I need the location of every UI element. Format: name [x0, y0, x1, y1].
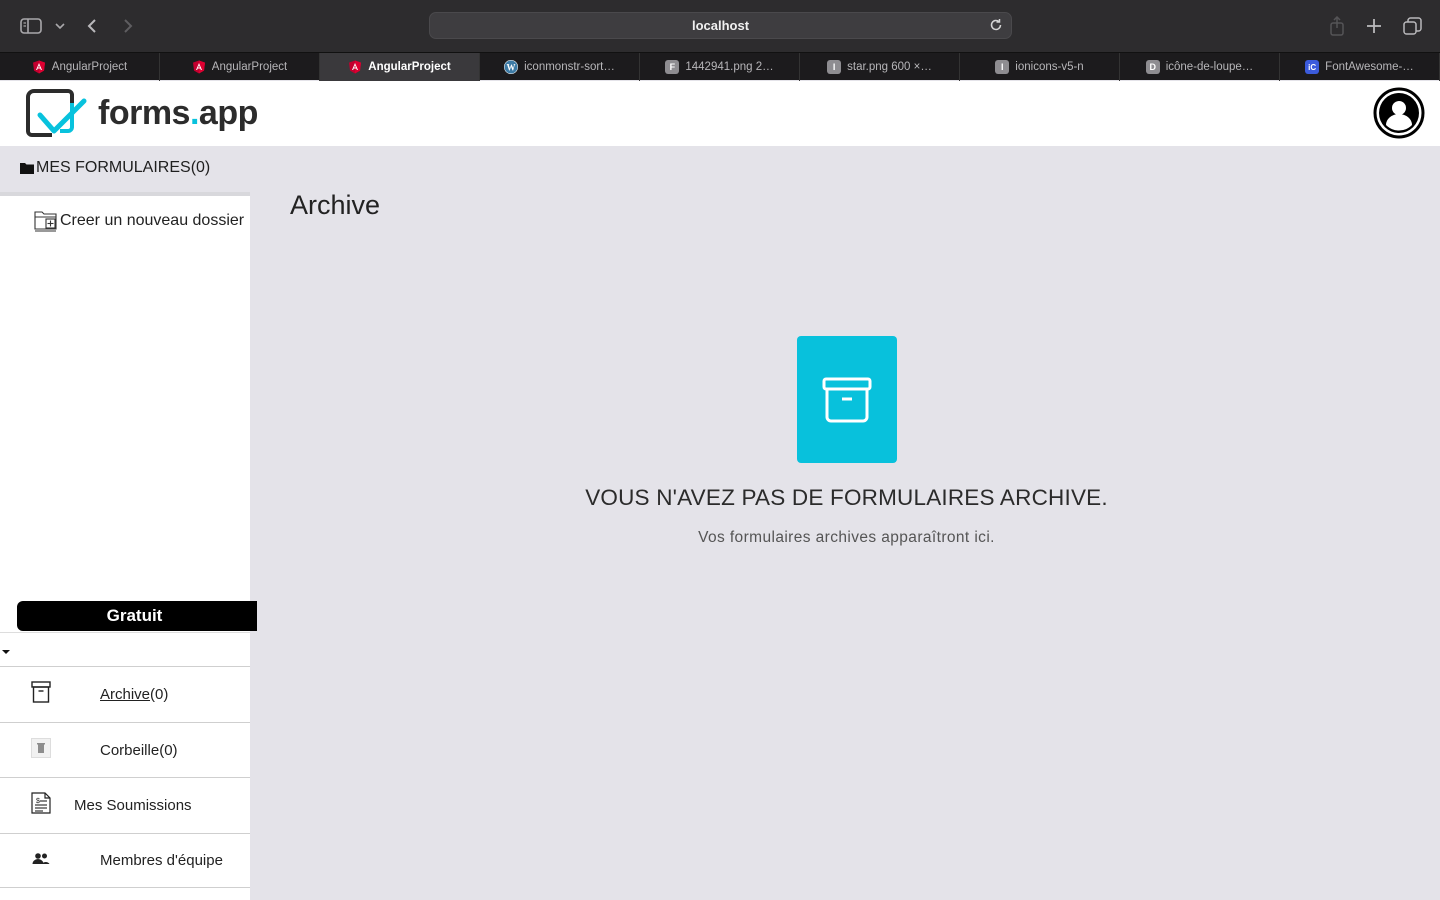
collapse-toggle[interactable] [0, 632, 250, 666]
sidebar: Creer un nouveau dossier Gratuit Archive… [0, 192, 257, 900]
url-text: localhost [691, 18, 750, 33]
create-folder-button[interactable]: Creer un nouveau dossier [34, 210, 244, 232]
empty-state-subtitle: Vos formulaires archives apparaîtront ic… [698, 529, 995, 546]
tab-label: 1442941.png 2… [685, 61, 774, 73]
sidebar-item-archive[interactable]: Archive(0) [0, 666, 250, 721]
tab-bar: AngularProject AngularProject AngularPro… [0, 52, 1440, 81]
letter-i-icon: I [827, 60, 842, 74]
plan-badge-button[interactable]: Gratuit [17, 601, 257, 631]
tab-1442941-png[interactable]: F 1442941.png 2… [640, 53, 800, 81]
forward-icon[interactable] [118, 12, 138, 40]
tab-label: AngularProject [211, 61, 288, 73]
trash-icon [30, 736, 52, 760]
team-nav-label: Membres d'équipe [100, 852, 223, 869]
new-tab-icon[interactable] [1363, 12, 1385, 40]
archive-nav-label: Archive(0) [100, 686, 168, 703]
logo-text-app: app [198, 93, 258, 132]
tab-label: AngularProject [368, 61, 451, 73]
team-icon [30, 847, 52, 871]
tab-label: icône-de-loupe… [1165, 61, 1254, 73]
address-bar[interactable]: localhost [429, 12, 1012, 39]
tab-label: FontAwesome-… [1325, 61, 1414, 73]
logo-mark-icon [26, 89, 87, 137]
my-forms-label: MES FORMULAIRES(0) [36, 159, 211, 176]
share-icon[interactable] [1326, 12, 1348, 40]
page-title: Archive [290, 190, 381, 220]
ic-icon: iC [1305, 60, 1320, 74]
tab-label: ionicons-v5-n [1015, 61, 1084, 73]
caret-down-icon [2, 650, 10, 654]
angular-icon [348, 60, 362, 74]
folder-add-icon [34, 211, 57, 232]
letter-f-icon: F [665, 60, 680, 74]
archive-icon [30, 680, 52, 704]
logo-text: forms.app [98, 94, 258, 133]
letter-i-icon: I [995, 60, 1010, 74]
create-folder-label: Creer un nouveau dossier [60, 212, 245, 229]
archive-count: (0) [150, 685, 169, 703]
tab-overview-icon[interactable] [1400, 12, 1424, 40]
angular-icon [32, 60, 46, 74]
tab-icone-de-loupe[interactable]: D icône-de-loupe… [1120, 53, 1280, 81]
sidebar-item-team[interactable]: Membres d'équipe [0, 833, 250, 888]
svg-text:W: W [507, 62, 516, 72]
reload-icon[interactable] [989, 18, 1003, 37]
letter-d-icon: D [1145, 60, 1160, 74]
svg-text:$: $ [36, 798, 40, 805]
archive-link-text: Archive [100, 685, 151, 703]
tab-label: AngularProject [51, 61, 128, 73]
trash-nav-label: Corbeille(0) [100, 741, 178, 759]
empty-state-title: VOUS N'AVEZ PAS DE FORMULAIRES ARCHIVE. [585, 485, 1108, 510]
tab-label: star.png 600 ×… [847, 61, 932, 73]
archive-box-icon [797, 336, 897, 463]
sidebar-item-submissions[interactable]: $ Mes Soumissions [0, 777, 250, 832]
submissions-nav-label: Mes Soumissions [74, 796, 192, 814]
tab-fontawesome[interactable]: iC FontAwesome-… [1280, 53, 1440, 81]
logo-text-main: forms [98, 93, 190, 132]
tab-iconmonstr[interactable]: W iconmonstr-sort… [480, 53, 640, 81]
back-icon[interactable] [82, 12, 102, 40]
folder-icon [20, 163, 34, 174]
sidebar-item-trash[interactable]: Corbeille(0) [0, 722, 250, 777]
tab-angularproject-2[interactable]: AngularProject [160, 53, 320, 81]
wordpress-icon: W [504, 60, 519, 74]
tab-angularproject-active[interactable]: AngularProject [320, 53, 480, 81]
user-avatar-icon[interactable] [1373, 87, 1425, 139]
forms-app-logo[interactable]: forms.app [24, 87, 258, 139]
tab-angularproject-1[interactable]: AngularProject [0, 53, 160, 81]
tab-label: iconmonstr-sort… [524, 61, 615, 73]
angular-icon [192, 60, 206, 74]
my-forms-header[interactable]: MES FORMULAIRES(0) [0, 146, 250, 190]
logo-text-dot: . [189, 93, 199, 132]
document-list-icon: $ [30, 791, 52, 815]
tab-ionicons[interactable]: I ionicons-v5-n [960, 53, 1120, 81]
app-header: forms.app [0, 81, 1440, 146]
chevron-down-icon[interactable] [52, 12, 68, 40]
browser-toolbar: localhost [0, 0, 1440, 52]
sidebar-toggle-icon[interactable] [18, 12, 44, 40]
tab-star-png[interactable]: I star.png 600 ×… [800, 53, 960, 81]
